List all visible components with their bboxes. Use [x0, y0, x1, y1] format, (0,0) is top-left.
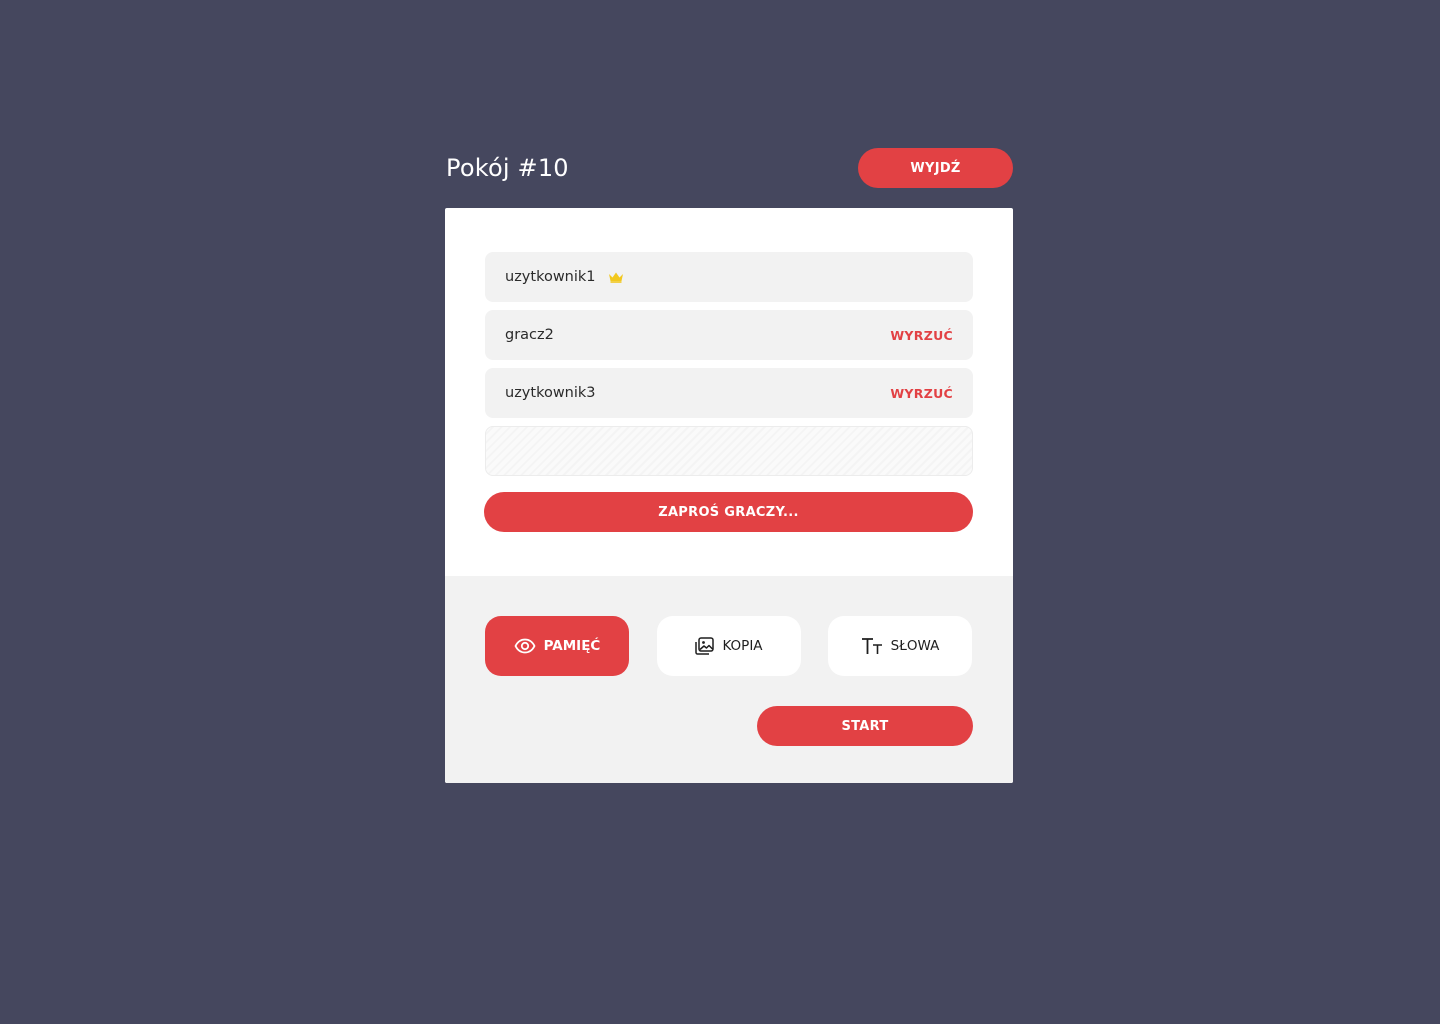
player-name: uzytkownik1 — [505, 269, 596, 285]
player-name: uzytkownik3 — [505, 385, 596, 401]
eye-icon — [514, 638, 536, 654]
mode-words-button[interactable]: SŁOWA — [828, 616, 972, 676]
game-mode-selector: PAMIĘĆ KOPIA SŁOWA — [485, 616, 973, 676]
game-mode-panel: PAMIĘĆ KOPIA SŁOWA START — [445, 576, 1013, 783]
mode-label: SŁOWA — [890, 638, 940, 654]
mode-copy-button[interactable]: KOPIA — [657, 616, 801, 676]
kick-player-button[interactable]: WYRZUĆ — [890, 386, 953, 401]
mode-label: KOPIA — [722, 638, 763, 654]
kick-player-button[interactable]: WYRZUĆ — [890, 328, 953, 343]
invite-players-button[interactable]: ZAPROŚ GRACZY... — [484, 492, 973, 532]
player-name: gracz2 — [505, 327, 554, 343]
crown-icon — [608, 271, 624, 283]
mode-memory-button[interactable]: PAMIĘĆ — [485, 616, 629, 676]
empty-player-slot — [485, 426, 973, 476]
player-row-host: uzytkownik1 — [485, 252, 973, 302]
mode-label: PAMIĘĆ — [543, 638, 601, 654]
room-title: Pokój #10 — [446, 154, 569, 182]
text-size-icon — [861, 637, 883, 655]
player-row: uzytkownik3 WYRZUĆ — [485, 368, 973, 418]
player-row: gracz2 WYRZUĆ — [485, 310, 973, 360]
leave-room-button[interactable]: WYJDŹ — [858, 148, 1013, 188]
room-header: Pokój #10 WYJDŹ — [445, 148, 1013, 188]
start-game-button[interactable]: START — [757, 706, 973, 746]
player-list: uzytkownik1 gracz2 WYRZUĆ uzytkownik3 WY… — [485, 252, 973, 476]
room-card: uzytkownik1 gracz2 WYRZUĆ uzytkownik3 WY… — [445, 208, 1013, 783]
image-icon — [695, 637, 715, 655]
